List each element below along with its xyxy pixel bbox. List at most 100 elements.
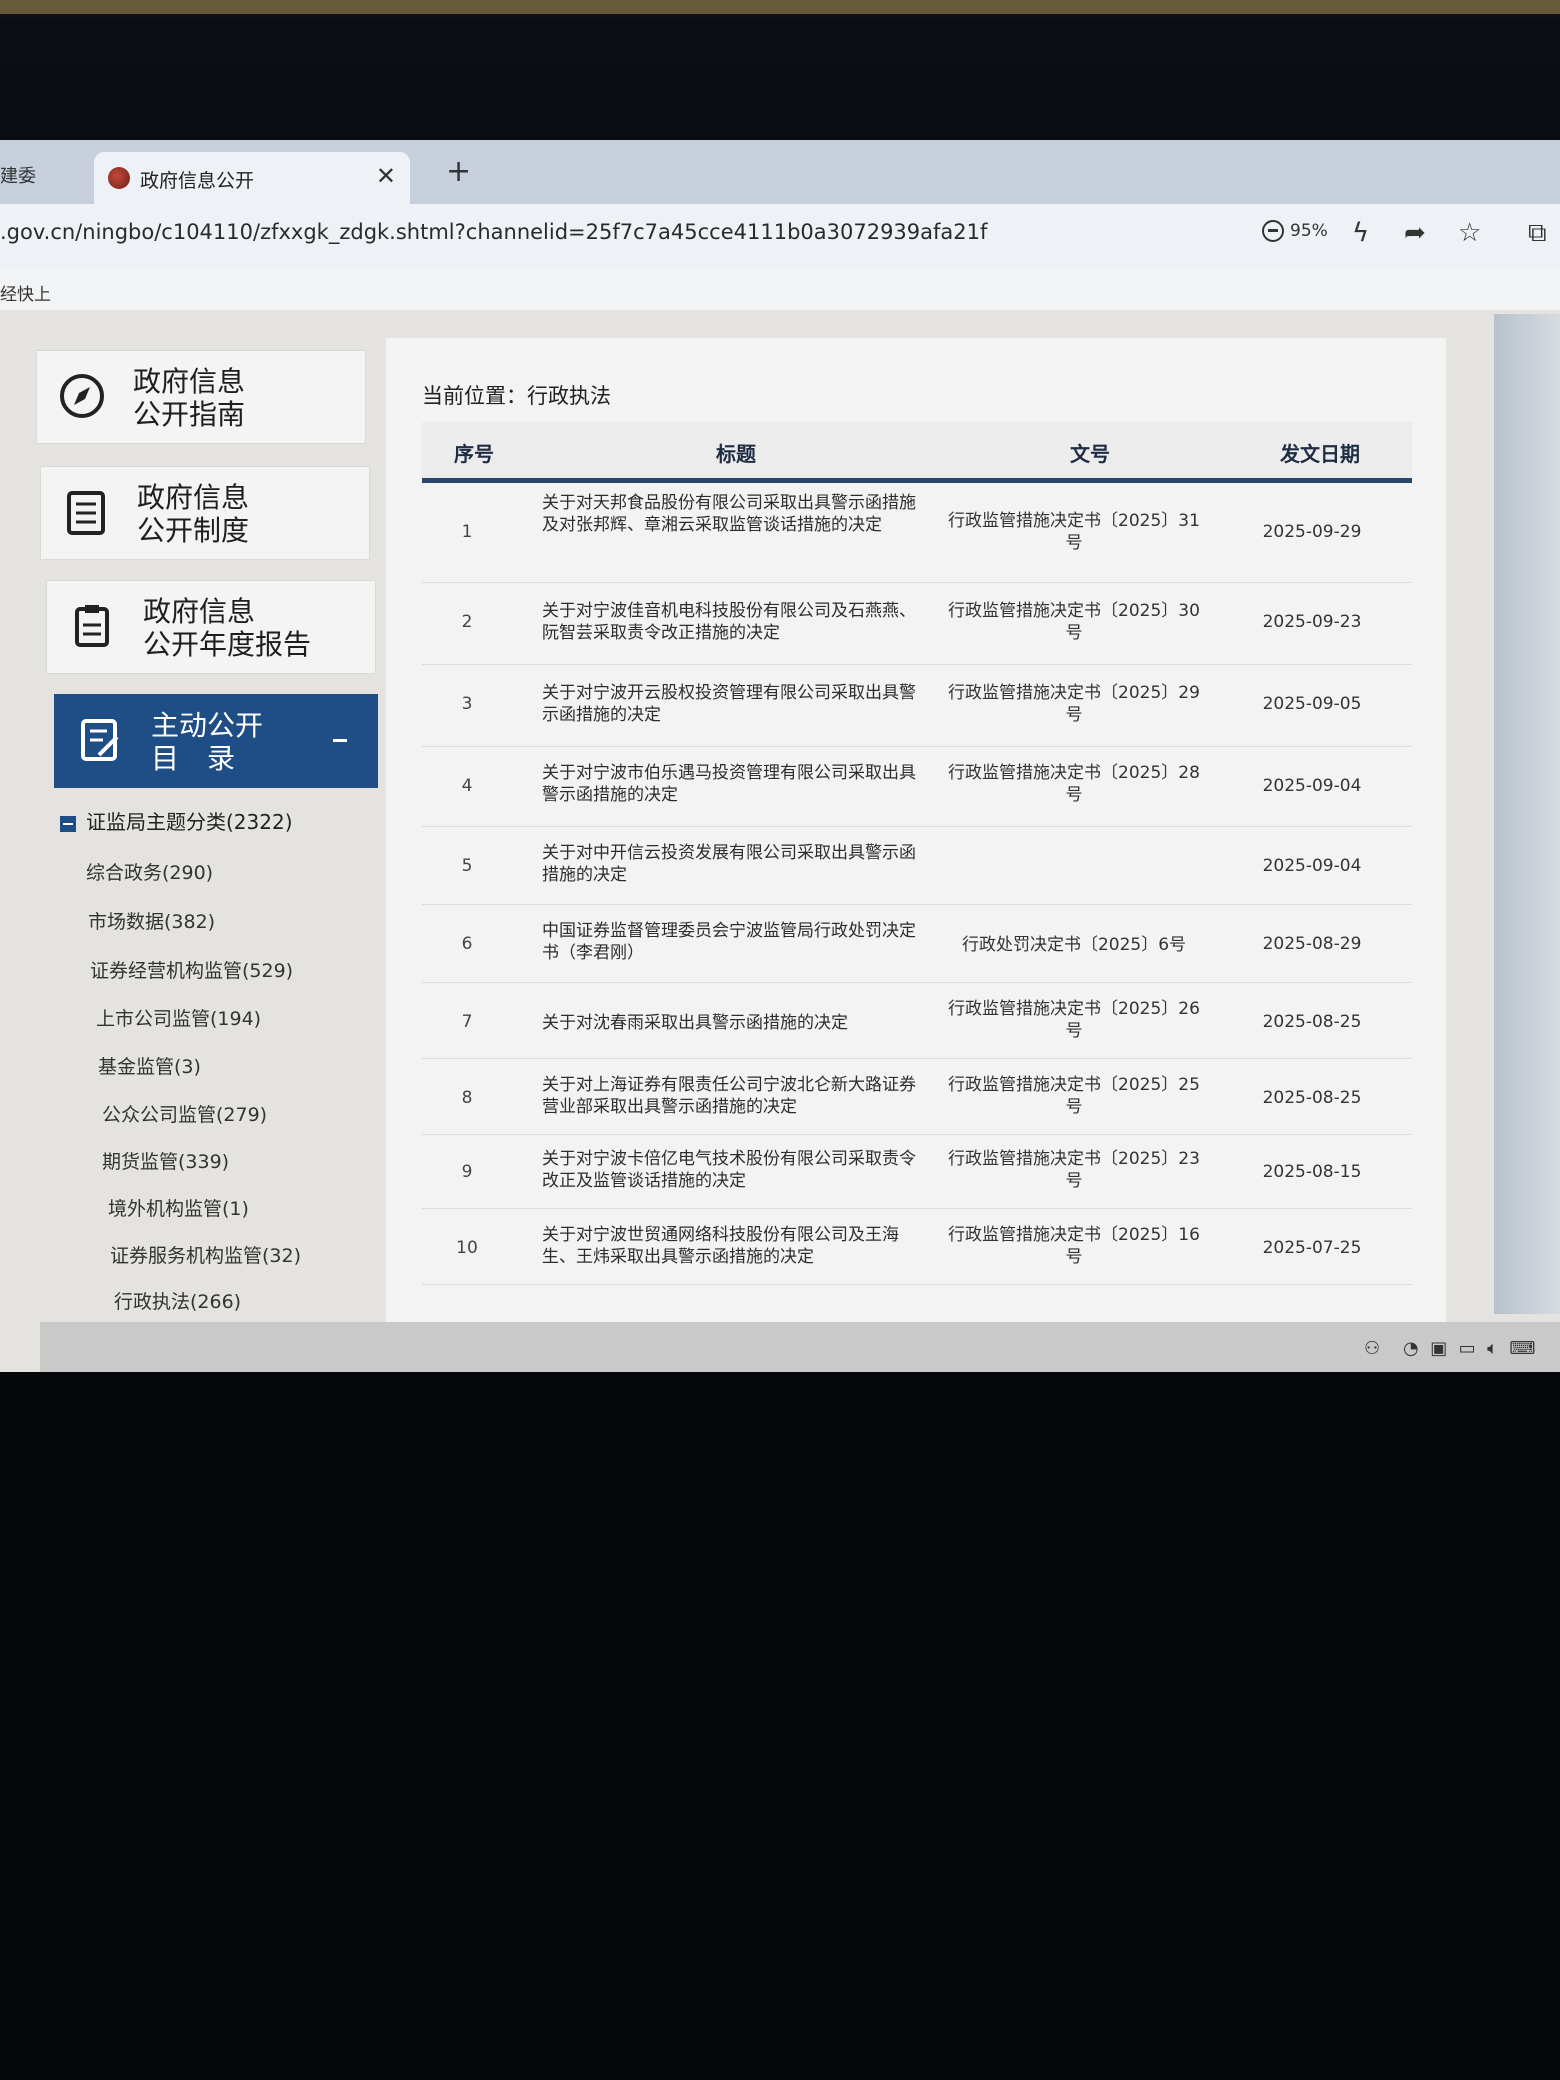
tree-item[interactable]: 基金监管(3) bbox=[98, 1052, 201, 1079]
table-row[interactable]: 10 关于对宁波世贸通网络科技股份有限公司及王海生、王炜采取出具警示函措施的决定… bbox=[422, 1210, 1412, 1285]
tree-collapse-icon[interactable] bbox=[60, 815, 76, 832]
row-title-link[interactable]: 关于对宁波世贸通网络科技股份有限公司及王海生、王炜采取出具警示函措施的决定 bbox=[542, 1224, 922, 1268]
row-date: 2025-09-23 bbox=[1262, 612, 1362, 632]
share-icon[interactable]: ➦ bbox=[1404, 218, 1426, 248]
tab-bar: 建委 政府信息公开 ✕ + bbox=[0, 140, 1560, 204]
bookmarks-bar: 经快上 bbox=[0, 268, 1560, 310]
nav-guide-label: 政府信息 公开指南 bbox=[133, 365, 246, 431]
table-row[interactable]: 6 中国证券监督管理委员会宁波监管局行政处罚决定书（李君刚） 行政处罚决定书〔2… bbox=[422, 906, 1412, 983]
user-icon[interactable]: ⚇ bbox=[1364, 1338, 1380, 1359]
row-number: 3 bbox=[461, 694, 473, 714]
row-title-link[interactable]: 关于对上海证券有限责任公司宁波北仑新大路证券营业部采取出具警示函措施的决定 bbox=[542, 1074, 922, 1118]
tree-item[interactable]: 境外机构监管(1) bbox=[108, 1194, 249, 1221]
row-doc-number: 行政监管措施决定书〔2025〕29号 bbox=[948, 683, 1200, 725]
row-number: 7 bbox=[461, 1012, 473, 1032]
page-side-background bbox=[1494, 314, 1560, 1314]
table-row[interactable]: 7 关于对沈春雨采取出具警示函措施的决定 行政监管措施决定书〔2025〕26号 … bbox=[422, 984, 1412, 1059]
zoom-indicator[interactable]: 95% bbox=[1262, 220, 1328, 242]
row-title-link[interactable]: 关于对宁波市伯乐遇马投资管理有限公司采取出具警示函措施的决定 bbox=[542, 762, 922, 806]
row-date: 2025-09-05 bbox=[1262, 694, 1362, 714]
new-tab-button[interactable]: + bbox=[446, 154, 471, 189]
row-date: 2025-08-15 bbox=[1262, 1162, 1362, 1182]
app-icon[interactable]: ▣ bbox=[1430, 1338, 1447, 1359]
lightning-icon[interactable]: ϟ bbox=[1352, 218, 1369, 248]
row-number: 1 bbox=[461, 522, 473, 542]
row-number: 6 bbox=[461, 934, 473, 954]
list-icon bbox=[67, 491, 105, 535]
table-row[interactable]: 3 关于对宁波开云股权投资管理有限公司采取出具警示函措施的决定 行政监管措施决定… bbox=[422, 666, 1412, 747]
horizontal-scrollbar[interactable] bbox=[40, 1322, 1560, 1372]
tree-item[interactable]: 行政执法(266) bbox=[114, 1287, 241, 1314]
tab-active[interactable]: 政府信息公开 ✕ bbox=[94, 152, 410, 204]
clipboard-icon bbox=[75, 605, 109, 647]
bookmark-item[interactable]: 经快上 bbox=[0, 280, 51, 305]
row-number: 4 bbox=[461, 776, 473, 796]
row-number: 10 bbox=[456, 1238, 478, 1258]
row-title-link[interactable]: 关于对天邦食品股份有限公司采取出具警示函措施及对张邦辉、章湘云采取监管谈话措施的… bbox=[542, 492, 922, 536]
tab-previous[interactable]: 建委 bbox=[0, 162, 36, 188]
tab-title: 政府信息公开 bbox=[140, 170, 255, 192]
volume-icon[interactable]: 🔈︎ bbox=[1487, 1338, 1498, 1359]
nav-active-catalog[interactable]: 主动公开目 录 bbox=[54, 694, 378, 788]
row-title-link[interactable]: 中国证券监督管理委员会宁波监管局行政处罚决定书（李君刚） bbox=[542, 920, 922, 964]
tree-item[interactable]: 市场数据(382) bbox=[88, 907, 215, 934]
tree-item[interactable]: 公众公司监管(279) bbox=[102, 1100, 267, 1127]
row-doc-number: 行政监管措施决定书〔2025〕26号 bbox=[948, 999, 1200, 1041]
row-date: 2025-08-29 bbox=[1262, 934, 1362, 954]
monitor-bottom-bezel bbox=[0, 1372, 1560, 2080]
nav-system[interactable]: 政府信息 公开制度 bbox=[40, 466, 370, 560]
table-row[interactable]: 9 关于对宁波卡倍亿电气技术股份有限公司采取责令改正及监管谈话措施的决定 行政监… bbox=[422, 1136, 1412, 1209]
row-date: 2025-09-04 bbox=[1262, 856, 1362, 876]
site-favicon-icon bbox=[108, 167, 130, 189]
row-title-link[interactable]: 关于对宁波卡倍亿电气技术股份有限公司采取责令改正及监管谈话措施的决定 bbox=[542, 1148, 922, 1192]
table-row[interactable]: 4 关于对宁波市伯乐遇马投资管理有限公司采取出具警示函措施的决定 行政监管措施决… bbox=[422, 748, 1412, 827]
close-tab-icon[interactable]: ✕ bbox=[376, 162, 396, 190]
address-bar: .gov.cn/ningbo/c104110/zfxxgk_zdgk.shtml… bbox=[0, 204, 1560, 268]
table-row[interactable]: 1 关于对天邦食品股份有限公司采取出具警示函措施及对张邦辉、章湘云采取监管谈话措… bbox=[422, 484, 1412, 583]
browser-window: 建委 政府信息公开 ✕ + .gov.cn/ningbo/c104110/zfx… bbox=[0, 140, 1560, 1372]
row-title-link[interactable]: 关于对宁波佳音机电科技股份有限公司及石燕燕、阮智芸采取责令改正措施的决定 bbox=[542, 600, 922, 644]
compass-icon bbox=[60, 374, 104, 418]
row-number: 8 bbox=[461, 1088, 473, 1108]
row-doc-number: 行政监管措施决定书〔2025〕25号 bbox=[948, 1075, 1200, 1117]
keyboard-icon[interactable]: ⌨ bbox=[1509, 1338, 1535, 1359]
row-date: 2025-08-25 bbox=[1262, 1012, 1362, 1032]
tree-item[interactable]: 综合政务(290) bbox=[86, 858, 213, 885]
tree-item[interactable]: 证券经营机构监管(529) bbox=[90, 956, 293, 983]
table-row[interactable]: 2 关于对宁波佳音机电科技股份有限公司及石燕燕、阮智芸采取责令改正措施的决定 行… bbox=[422, 584, 1412, 665]
row-date: 2025-07-25 bbox=[1262, 1238, 1362, 1258]
system-tray: ⚇ ◔ ▣ ▭ 🔈︎ ⌨ bbox=[1364, 1338, 1535, 1359]
tree-item[interactable]: 上市公司监管(194) bbox=[96, 1004, 261, 1031]
nav-annual-report[interactable]: 政府信息 公开年度报告 bbox=[46, 580, 376, 674]
row-number: 2 bbox=[461, 612, 473, 632]
row-title-link[interactable]: 关于对宁波开云股权投资管理有限公司采取出具警示函措施的决定 bbox=[542, 682, 922, 726]
table-row[interactable]: 5 关于对中开信云投资发展有限公司采取出具警示函措施的决定 2025-09-04 bbox=[422, 828, 1412, 905]
content-panel: 当前位置：行政执法 序号 标题 文号 发文日期 1 关于对天邦食品股份有限公司采… bbox=[386, 338, 1446, 1372]
nav-active-catalog-label: 主动公开目 录 bbox=[151, 709, 264, 775]
table-header: 序号 标题 文号 发文日期 bbox=[422, 422, 1412, 483]
row-title-link[interactable]: 关于对中开信云投资发展有限公司采取出具警示函措施的决定 bbox=[542, 842, 922, 886]
row-doc-number: 行政监管措施决定书〔2025〕31号 bbox=[948, 511, 1200, 553]
row-date: 2025-08-25 bbox=[1262, 1088, 1362, 1108]
row-number: 5 bbox=[461, 856, 473, 876]
zoom-level: 95% bbox=[1290, 221, 1328, 241]
nav-guide[interactable]: 政府信息 公开指南 bbox=[36, 350, 366, 444]
tree-item[interactable]: 证券服务机构监管(32) bbox=[110, 1241, 301, 1268]
table-row[interactable]: 8 关于对上海证券有限责任公司宁波北仑新大路证券营业部采取出具警示函措施的决定 … bbox=[422, 1060, 1412, 1135]
url-field[interactable]: .gov.cn/ningbo/c104110/zfxxgk_zdgk.shtml… bbox=[0, 220, 987, 244]
row-title-link[interactable]: 关于对沈春雨采取出具警示函措施的决定 bbox=[542, 1012, 922, 1034]
row-date: 2025-09-04 bbox=[1262, 776, 1362, 796]
edit-doc-icon bbox=[81, 719, 119, 761]
tree-root[interactable]: 证监局主题分类(2322) bbox=[60, 806, 293, 835]
col-header-date: 发文日期 bbox=[1280, 442, 1360, 466]
row-date: 2025-09-29 bbox=[1262, 522, 1362, 542]
zoom-out-icon bbox=[1262, 220, 1284, 242]
collapse-icon[interactable] bbox=[333, 739, 347, 742]
tree-item[interactable]: 期货监管(339) bbox=[102, 1147, 229, 1174]
network-icon[interactable]: ◔ bbox=[1403, 1338, 1419, 1359]
star-icon[interactable]: ☆ bbox=[1458, 218, 1481, 248]
display-icon[interactable]: ▭ bbox=[1459, 1338, 1476, 1359]
extensions-icon[interactable]: ⧉ bbox=[1528, 218, 1547, 249]
row-doc-number: 行政监管措施决定书〔2025〕23号 bbox=[948, 1149, 1200, 1191]
nav-system-label: 政府信息 公开制度 bbox=[137, 481, 250, 547]
